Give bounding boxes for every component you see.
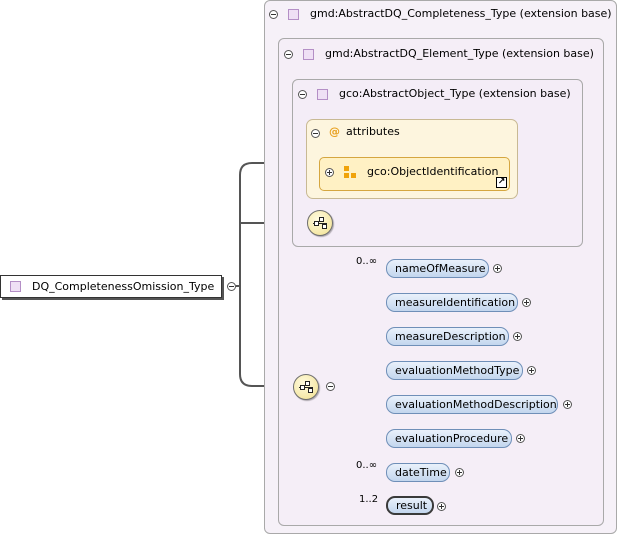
expand-element-toggle-icon[interactable] (513, 332, 522, 341)
expand-element-toggle-icon[interactable] (437, 502, 446, 511)
attributes-label: attributes (346, 125, 400, 138)
expand-element-toggle-icon[interactable] (563, 400, 572, 409)
expand-element-toggle-icon[interactable] (516, 434, 525, 443)
expand-element-toggle-icon[interactable] (527, 366, 536, 375)
collapse-root-toggle-icon[interactable] (227, 282, 236, 291)
collapse-outer-toggle-icon[interactable] (269, 10, 278, 19)
occurs-label: 0..∞ (356, 256, 378, 267)
collapse-attributes-toggle-icon[interactable] (311, 129, 320, 138)
expand-element-toggle-icon[interactable] (493, 264, 502, 273)
complex-type-icon (10, 281, 21, 292)
attribute-at-icon: @ (329, 125, 340, 138)
object-type-label: gco:AbstractObject_Type (extension base) (339, 87, 571, 100)
outer-type-label: gmd:AbstractDQ_Completeness_Type (extens… (310, 7, 612, 20)
attribute-group-label: gco:ObjectIdentification (367, 165, 499, 178)
element-evaluation-procedure[interactable]: evaluationProcedure (386, 429, 512, 448)
root-type-label: DQ_CompletenessOmission_Type (32, 280, 215, 293)
complex-type-icon (317, 89, 328, 100)
element-evaluation-method-description[interactable]: evaluationMethodDescription (386, 395, 558, 414)
reference-link-icon[interactable]: ↗ (496, 177, 507, 188)
element-name-of-measure[interactable]: nameOfMeasure (386, 259, 489, 278)
root-type-box[interactable]: DQ_CompletenessOmission_Type (0, 275, 222, 298)
expand-attribute-group-toggle-icon[interactable] (325, 168, 334, 177)
element-type-label: gmd:AbstractDQ_Element_Type (extension b… (325, 47, 594, 60)
element-result[interactable]: result (386, 496, 434, 515)
element-evaluation-method-type[interactable]: evaluationMethodType (386, 361, 523, 380)
sequence-compositor-icon[interactable] (293, 374, 319, 400)
expand-element-toggle-icon[interactable] (455, 468, 464, 477)
sequence-compositor-icon[interactable] (307, 210, 333, 236)
complex-type-icon (303, 49, 314, 60)
occurs-label: 0..∞ (356, 460, 378, 471)
collapse-element-type-toggle-icon[interactable] (284, 50, 293, 59)
collapse-object-type-toggle-icon[interactable] (298, 90, 307, 99)
collapse-sequence-toggle-icon[interactable] (326, 382, 335, 391)
element-measure-description[interactable]: measureDescription (386, 327, 509, 346)
element-measure-identification[interactable]: measureIdentification (386, 293, 518, 312)
attribute-group-icon (344, 166, 356, 178)
occurs-label: 1..2 (359, 494, 379, 505)
element-date-time[interactable]: dateTime (386, 463, 450, 482)
complex-type-icon (288, 9, 299, 20)
expand-element-toggle-icon[interactable] (522, 298, 531, 307)
